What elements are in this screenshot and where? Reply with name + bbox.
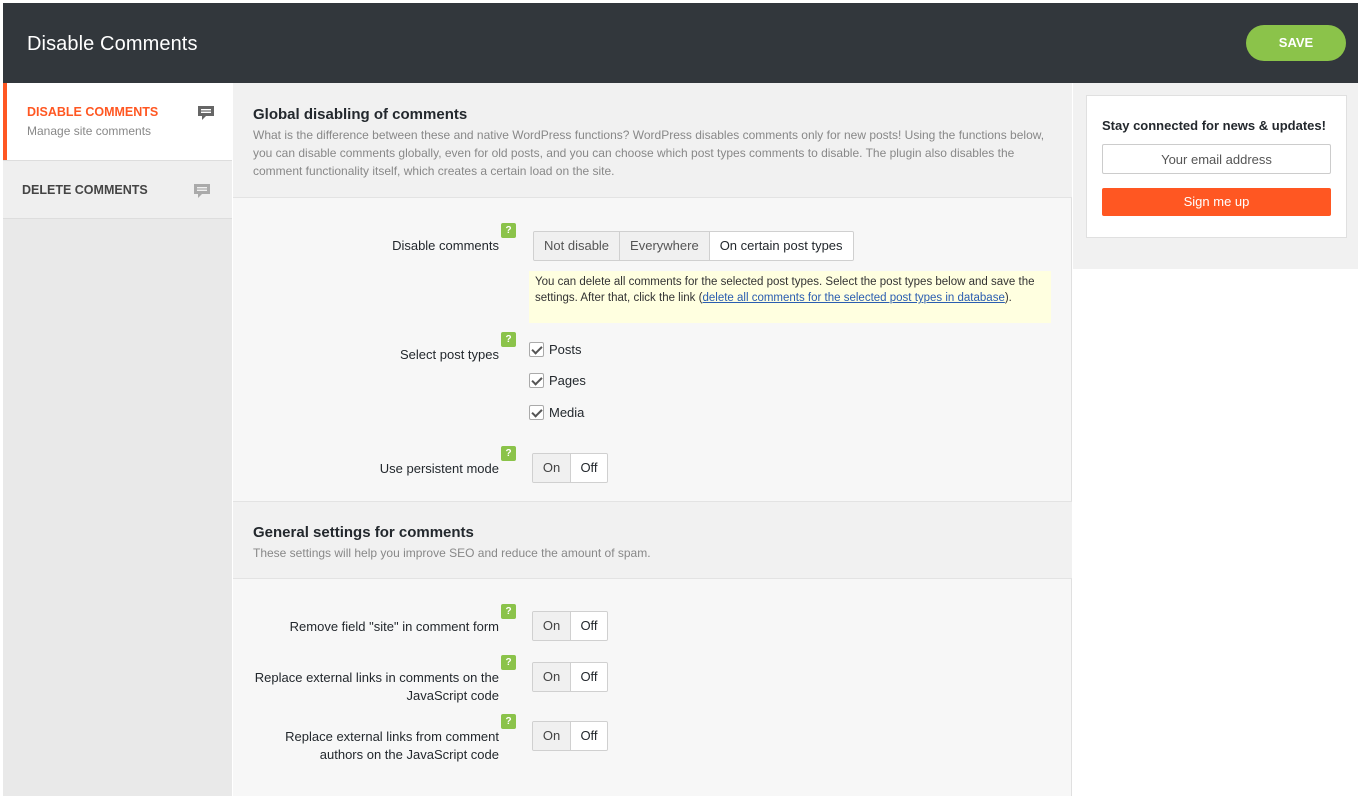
checkbox-label: Pages	[549, 372, 586, 388]
option-not-disable[interactable]: Not disable	[534, 232, 621, 260]
right-panel: Stay connected for news & updates! Sign …	[1073, 83, 1358, 269]
replace-links-comments-label: Replace external links in comments on th…	[249, 669, 499, 705]
main-content: Global disabling of comments What is the…	[233, 83, 1072, 796]
sidebar-item-label: DISABLE COMMENTS	[27, 105, 159, 119]
replace-links-authors-toggle: On Off	[532, 721, 608, 751]
persistent-mode-label: Use persistent mode	[379, 461, 499, 476]
checkbox-media[interactable]: Media	[529, 403, 584, 421]
section-header-global: Global disabling of comments What is the…	[233, 83, 1072, 198]
toggle-on[interactable]: On	[533, 663, 570, 691]
label-line: authors on the JavaScript code	[319, 747, 499, 762]
notice-text-end: ).	[1004, 292, 1012, 304]
sidebar-item-delete-comments[interactable]: DELETE COMMENTS	[3, 160, 232, 219]
post-types-label: Select post types	[400, 347, 499, 362]
sidebar: DISABLE COMMENTS Manage site comments DE…	[3, 83, 232, 796]
toggle-on[interactable]: On	[533, 612, 570, 640]
comment-icon	[198, 106, 214, 120]
option-everywhere[interactable]: Everywhere	[620, 232, 710, 260]
app-frame: Disable Comments SAVE DISABLE COMMENTS M…	[3, 3, 1358, 796]
toggle-off[interactable]: Off	[570, 454, 607, 482]
checkbox-label: Media	[549, 404, 585, 420]
replace-links-comments-toggle: On Off	[532, 662, 608, 692]
toggle-off[interactable]: Off	[570, 612, 607, 640]
label-line: JavaScript code	[406, 688, 500, 703]
comment-icon	[194, 184, 210, 198]
toggle-off[interactable]: Off	[570, 663, 607, 691]
disable-comments-segmented: Not disable Everywhere On certain post t…	[533, 231, 854, 261]
page-title: Disable Comments	[27, 33, 198, 55]
delete-notice: You can delete all comments for the sele…	[529, 271, 1051, 323]
checkbox[interactable]	[529, 372, 544, 388]
email-field[interactable]	[1102, 144, 1331, 174]
checkbox[interactable]	[529, 341, 544, 357]
section-description: What is the difference between these and…	[253, 128, 1045, 178]
toggle-off[interactable]: Off	[570, 722, 607, 750]
checkbox-pages[interactable]: Pages	[529, 371, 586, 389]
help-icon[interactable]: ?	[501, 332, 516, 347]
sidebar-item-disable-comments[interactable]: DISABLE COMMENTS Manage site comments	[3, 83, 232, 160]
option-certain-post-types[interactable]: On certain post types	[709, 232, 853, 260]
label-line: Replace external links from comment	[285, 729, 499, 744]
sign-up-button[interactable]: Sign me up	[1102, 188, 1331, 216]
checkbox-posts[interactable]: Posts	[529, 340, 582, 358]
disable-comments-label: Disable comments	[392, 238, 499, 253]
help-icon[interactable]: ?	[501, 223, 516, 238]
sidebar-item-label: DELETE COMMENTS	[22, 183, 148, 197]
remove-site-field-toggle: On Off	[532, 611, 608, 641]
help-icon[interactable]: ?	[501, 655, 516, 670]
help-icon[interactable]: ?	[501, 604, 516, 619]
newsletter-box: Stay connected for news & updates! Sign …	[1086, 95, 1347, 238]
toggle-on[interactable]: On	[533, 454, 570, 482]
checkbox[interactable]	[529, 404, 544, 420]
help-icon[interactable]: ?	[501, 714, 516, 729]
toggle-on[interactable]: On	[533, 722, 570, 750]
section-description: These settings will help you improve SEO…	[253, 546, 651, 560]
checkbox-label: Posts	[549, 341, 582, 357]
label-line: Replace external links in comments on th…	[254, 670, 499, 685]
section-title: General settings for comments	[253, 524, 474, 541]
replace-links-authors-label: Replace external links from comment auth…	[249, 728, 499, 764]
newsletter-title: Stay connected for news & updates!	[1102, 118, 1326, 133]
top-header: Disable Comments SAVE	[3, 3, 1358, 83]
help-icon[interactable]: ?	[501, 446, 516, 461]
sidebar-item-subtitle: Manage site comments	[27, 124, 152, 138]
section-header-general: General settings for comments These sett…	[233, 501, 1072, 579]
delete-comments-link[interactable]: delete all comments for the selected pos…	[702, 292, 1004, 304]
remove-site-field-label: Remove field "site" in comment form	[289, 619, 499, 634]
section-title: Global disabling of comments	[253, 106, 468, 123]
persistent-mode-toggle: On Off	[532, 453, 608, 483]
save-button[interactable]: SAVE	[1246, 25, 1346, 61]
